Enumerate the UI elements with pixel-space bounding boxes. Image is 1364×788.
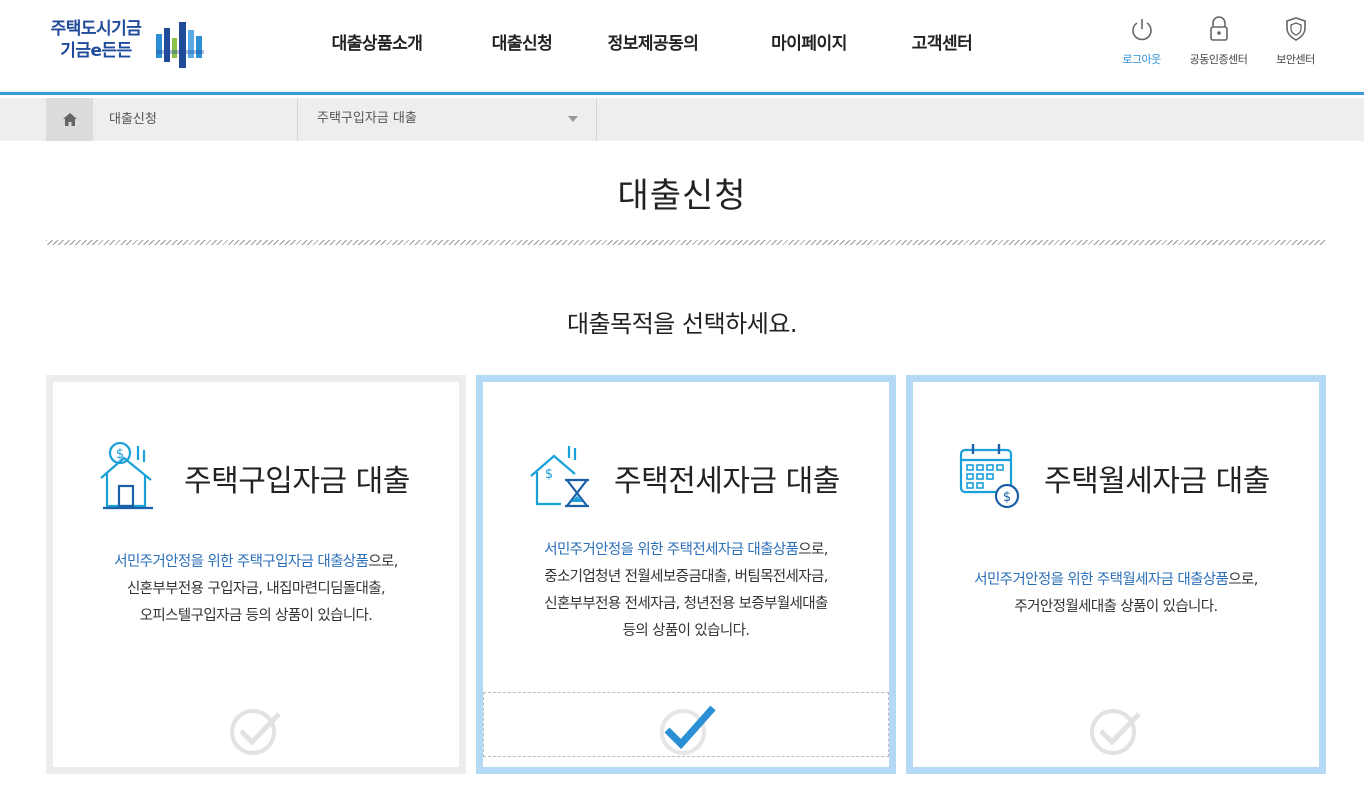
page-title: 대출신청: [617, 176, 747, 216]
breadcrumb-level-2-select[interactable]: 주택구입자금 대출: [298, 98, 597, 141]
header: 주택도시기금 기금e든든 대출상품소개 대출신청 정보제공동의 마이페이지 고객…: [0, 0, 1364, 95]
card-desc-line: 서민주거안정을 위한 주택전세자금 대출상품으로,: [483, 537, 889, 564]
logo-line-2: 기금e든든: [60, 41, 132, 61]
logo-mark-icon: [156, 22, 204, 68]
home-icon: [62, 113, 77, 126]
card-desc-line: 신혼부부전용 구입자금, 내집마련디딤돌대출,: [126, 581, 386, 597]
card-desc-line: 주거안정월세대출 상품이 있습니다.: [1014, 599, 1218, 615]
security-center-button[interactable]: 보안센터: [1257, 16, 1334, 67]
calendar-rent-icon: $: [959, 444, 1020, 509]
gnb-loan-apply[interactable]: 대출신청: [464, 0, 580, 92]
card-lease-loan[interactable]: $ 주택전세자금 대출 서민주거안정을 위한 주택전세자금 대출상품으로, 중소…: [476, 375, 896, 774]
card-desc-line: 서민주거안정을 위한 주택구입자금 대출상품으로,: [53, 549, 459, 576]
check-icon: [230, 709, 281, 755]
card-desc-rest: 으로,: [368, 554, 398, 570]
card-purchase-loan[interactable]: $ 주택구입자금 대출 서민주거안정을 위한 주택구입자금 대출상품으로, 신혼…: [46, 375, 466, 774]
gnb-customer-center[interactable]: 고객센터: [892, 0, 992, 92]
global-nav: 대출상품소개 대출신청 정보제공동의 마이페이지 고객센터: [290, 0, 992, 92]
breadcrumb: 대출신청 주택구입자금 대출: [0, 98, 1364, 141]
check-icon: [660, 705, 716, 755]
svg-text:$: $: [1003, 490, 1011, 505]
card-desc-rest: 으로,: [1228, 572, 1258, 588]
card-desc-line: 신혼부부전용 전세자금, 청년전용 보증부월세대출: [544, 596, 828, 612]
card-desc-line: 중소기업청년 전월세보증금대출, 버팀목전세자금,: [544, 569, 828, 585]
breadcrumb-level-1[interactable]: 대출신청: [93, 98, 298, 141]
select-prompt: 대출목적을 선택하세요.: [566, 310, 798, 338]
logout-button[interactable]: 로그아웃: [1103, 16, 1180, 67]
lock-icon: [1209, 16, 1228, 41]
house-lease-icon: $: [530, 446, 589, 508]
card-title: 주택구입자금 대출: [184, 464, 410, 499]
card-desc-line: 등의 상품이 있습니다.: [622, 623, 750, 639]
title-divider: [46, 240, 1326, 245]
home-button[interactable]: [46, 98, 93, 141]
card-desc-highlight: 서민주거안정을 위한 주택전세자금 대출상품: [544, 542, 799, 558]
site-logo[interactable]: 주택도시기금 기금e든든: [44, 18, 214, 72]
card-desc-highlight: 서민주거안정을 위한 주택구입자금 대출상품: [114, 554, 369, 570]
card-title: 주택월세자금 대출: [1044, 464, 1270, 499]
cert-center-button[interactable]: 공동인증센터: [1180, 16, 1257, 67]
card-title: 주택전세자금 대출: [614, 464, 840, 499]
check-icon: [1090, 709, 1141, 755]
logout-label: 로그아웃: [1122, 53, 1161, 66]
gnb-loan-products[interactable]: 대출상품소개: [290, 0, 464, 92]
power-icon: [1131, 19, 1152, 41]
logo-line-1: 주택도시기금: [50, 19, 142, 39]
gnb-mypage[interactable]: 마이페이지: [726, 0, 892, 92]
card-desc-highlight: 서민주거안정을 위한 주택월세자금 대출상품: [974, 572, 1229, 588]
card-desc-line: 서민주거안정을 위한 주택월세자금 대출상품으로,: [913, 567, 1319, 594]
card-desc-rest: 으로,: [798, 542, 828, 558]
card-description: 서민주거안정을 위한 주택전세자금 대출상품으로, 중소기업청년 전월세보증금대…: [483, 537, 889, 645]
card-description: 서민주거안정을 위한 주택월세자금 대출상품으로, 주거안정월세대출 상품이 있…: [913, 567, 1319, 621]
gnb-info-consent[interactable]: 정보제공동의: [580, 0, 726, 92]
breadcrumb-level-2-label: 주택구입자금 대출: [317, 111, 417, 126]
card-desc-line: 오피스텔구입자금 등의 상품이 있습니다.: [139, 608, 373, 624]
card-monthly-rent-loan[interactable]: $ 주택월세자금 대출 서민주거안정을 위한 주택월세자금 대출상품으로, 주거…: [906, 375, 1326, 774]
chevron-down-icon: [568, 116, 578, 122]
svg-text:$: $: [545, 467, 553, 482]
cert-center-label: 공동인증센터: [1189, 53, 1248, 66]
shield-icon: [1285, 17, 1306, 41]
house-purchase-icon: $: [100, 441, 153, 510]
card-description: 서민주거안정을 위한 주택구입자금 대출상품으로, 신혼부부전용 구입자금, 내…: [53, 549, 459, 630]
util-menu: 로그아웃 공동인증센터 보안센터: [1103, 16, 1334, 67]
logo-text: 주택도시기금 기금e든든: [44, 18, 148, 62]
security-center-label: 보안센터: [1276, 53, 1315, 66]
